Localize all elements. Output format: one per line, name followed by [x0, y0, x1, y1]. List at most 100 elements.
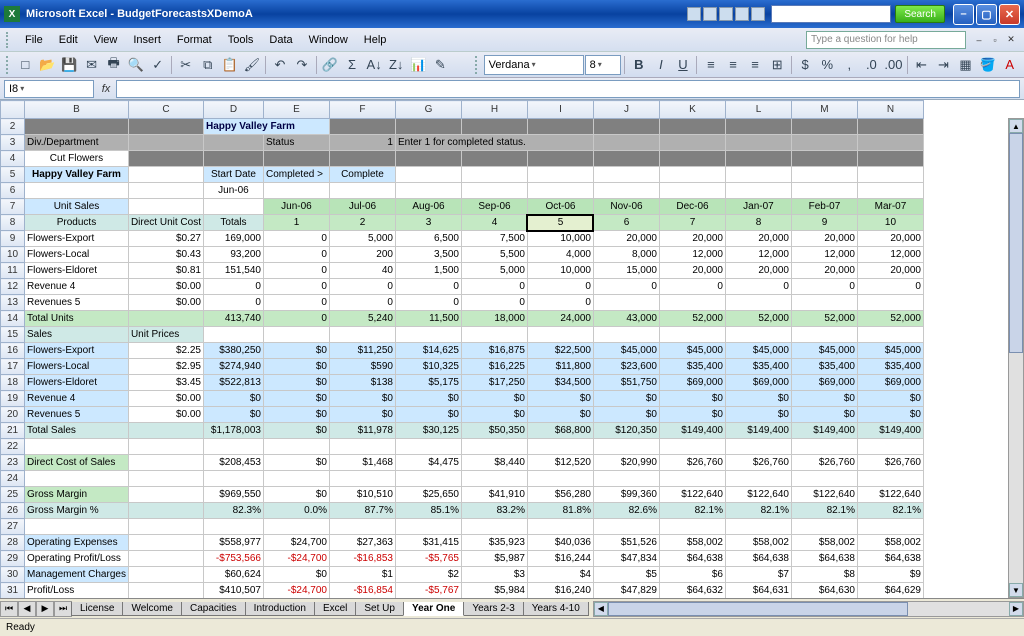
search-button[interactable]: Search — [895, 5, 945, 23]
cell[interactable] — [128, 567, 203, 583]
cell[interactable]: $0 — [329, 407, 395, 423]
formatting-handle[interactable] — [475, 56, 481, 74]
cell[interactable]: $0 — [659, 407, 725, 423]
cell[interactable] — [857, 295, 923, 311]
row-header[interactable]: 16 — [1, 343, 25, 359]
cell[interactable]: $45,000 — [659, 343, 725, 359]
cell[interactable]: -$24,700 — [263, 583, 329, 599]
cell[interactable]: 3,500 — [395, 247, 461, 263]
cell[interactable]: 0 — [725, 279, 791, 295]
sheet-tab[interactable]: Year One — [403, 602, 464, 616]
cell[interactable]: 0 — [593, 279, 659, 295]
cell[interactable]: Completed > — [263, 167, 329, 183]
cell[interactable] — [791, 295, 857, 311]
row-header[interactable]: 26 — [1, 503, 25, 519]
cell[interactable] — [128, 119, 203, 135]
menu-data[interactable]: Data — [262, 32, 299, 48]
cell[interactable] — [593, 439, 659, 455]
menu-window[interactable]: Window — [302, 32, 355, 48]
cell[interactable]: 5,500 — [461, 247, 527, 263]
cell[interactable] — [128, 151, 203, 167]
cell[interactable]: $0 — [593, 407, 659, 423]
cell[interactable]: $0 — [263, 359, 329, 375]
tab-last-button[interactable]: ⏭ — [54, 601, 72, 617]
cell[interactable]: $0.43 — [128, 247, 203, 263]
font-selector[interactable]: Verdana — [484, 55, 584, 75]
cell[interactable] — [659, 327, 725, 343]
row-header[interactable]: 30 — [1, 567, 25, 583]
cell[interactable]: 10,000 — [527, 263, 593, 279]
cell[interactable] — [725, 151, 791, 167]
cell[interactable]: 82.1% — [791, 503, 857, 519]
cell[interactable]: $969,550 — [203, 487, 263, 503]
column-header[interactable]: I — [527, 101, 593, 119]
cell[interactable]: 3 — [395, 215, 461, 231]
cell[interactable]: $0 — [857, 391, 923, 407]
cell[interactable] — [593, 471, 659, 487]
cell[interactable]: $8 — [791, 567, 857, 583]
sheet-tab[interactable]: Introduction — [245, 602, 315, 616]
cell[interactable]: Complete — [329, 167, 395, 183]
percent-icon[interactable]: % — [817, 54, 838, 76]
cell[interactable]: 82.3% — [203, 503, 263, 519]
cell[interactable] — [25, 471, 129, 487]
chart-icon[interactable]: 📊 — [408, 54, 429, 76]
cell[interactable] — [128, 471, 203, 487]
cell[interactable] — [857, 135, 923, 151]
cell[interactable]: Flowers-Export — [25, 231, 129, 247]
cell[interactable] — [128, 551, 203, 567]
cell[interactable]: Unit Prices — [128, 327, 203, 343]
workbook-minimize-button[interactable]: – — [972, 33, 986, 47]
cell[interactable]: $122,640 — [659, 487, 725, 503]
fill-color-icon[interactable]: 🪣 — [977, 54, 998, 76]
cell[interactable] — [659, 471, 725, 487]
cell[interactable] — [527, 183, 593, 199]
cell[interactable] — [128, 135, 203, 151]
menu-help[interactable]: Help — [357, 32, 394, 48]
cell[interactable]: $24,700 — [263, 535, 329, 551]
cell[interactable]: 8 — [725, 215, 791, 231]
scroll-up-button[interactable]: ▲ — [1009, 119, 1023, 133]
cell[interactable] — [203, 519, 263, 535]
increase-decimal-icon[interactable]: .0 — [861, 54, 882, 76]
cell[interactable]: $5 — [593, 567, 659, 583]
cell[interactable]: Status — [263, 135, 329, 151]
row-header[interactable]: 17 — [1, 359, 25, 375]
cell[interactable]: $122,640 — [791, 487, 857, 503]
borders-icon[interactable]: ▦ — [955, 54, 976, 76]
addin-icon[interactable] — [687, 7, 701, 21]
cell[interactable]: 1 — [263, 215, 329, 231]
cell[interactable]: 52,000 — [725, 311, 791, 327]
cell[interactable]: 20,000 — [725, 231, 791, 247]
cell[interactable]: $69,000 — [857, 375, 923, 391]
cell[interactable] — [593, 327, 659, 343]
cell[interactable] — [725, 471, 791, 487]
formula-input[interactable] — [116, 80, 1020, 98]
bold-button[interactable]: B — [628, 54, 649, 76]
cell[interactable]: Jun-06 — [263, 199, 329, 215]
cell[interactable] — [263, 519, 329, 535]
row-header[interactable]: 14 — [1, 311, 25, 327]
cell[interactable] — [263, 439, 329, 455]
cell[interactable]: $0 — [791, 407, 857, 423]
cell[interactable]: $1,178,003 — [203, 423, 263, 439]
row-header[interactable]: 13 — [1, 295, 25, 311]
row-header[interactable]: 23 — [1, 455, 25, 471]
cell[interactable]: 0 — [329, 279, 395, 295]
cell[interactable]: $11,978 — [329, 423, 395, 439]
cell[interactable]: $380,250 — [203, 343, 263, 359]
cell[interactable] — [857, 119, 923, 135]
cell[interactable]: Cut Flowers — [25, 151, 129, 167]
row-header[interactable]: 22 — [1, 439, 25, 455]
menu-file[interactable]: File — [18, 32, 50, 48]
cell[interactable]: Revenue 4 — [25, 279, 129, 295]
cell[interactable]: $64,638 — [791, 551, 857, 567]
cell[interactable] — [659, 135, 725, 151]
cell[interactable] — [527, 327, 593, 343]
cell[interactable]: $0 — [203, 407, 263, 423]
cell[interactable] — [725, 167, 791, 183]
help-search-box[interactable]: Type a question for help — [806, 31, 966, 49]
row-header[interactable]: 29 — [1, 551, 25, 567]
cell[interactable] — [461, 519, 527, 535]
cell[interactable]: $1 — [329, 567, 395, 583]
